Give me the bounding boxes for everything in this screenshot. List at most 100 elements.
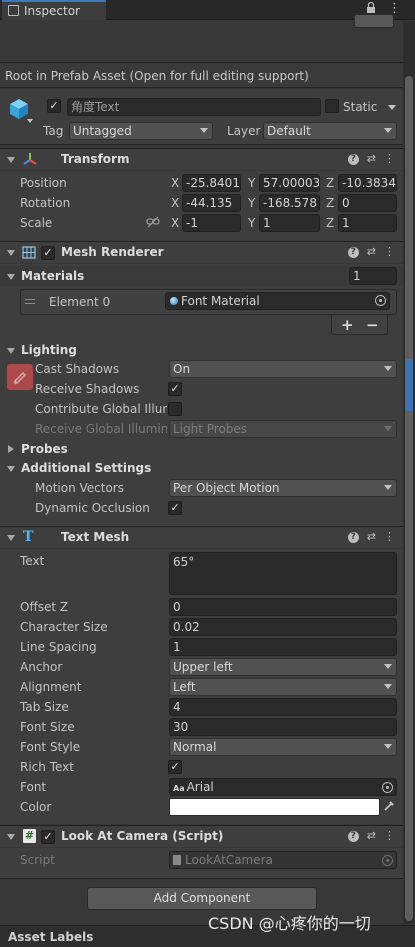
receive-shadows-checkbox[interactable]: ✓ bbox=[168, 382, 182, 396]
rotation-y-field[interactable]: -168.578 bbox=[259, 194, 320, 212]
scrollbar-thumb[interactable] bbox=[405, 76, 413, 921]
help-icon[interactable]: ? bbox=[347, 531, 359, 543]
rich-text-checkbox[interactable]: ✓ bbox=[168, 760, 182, 774]
tab-bar: Inspector ⋮ bbox=[0, 0, 415, 20]
element0-material-field[interactable]: Font Material bbox=[165, 292, 390, 310]
scale-y-field[interactable]: 1 bbox=[259, 214, 320, 232]
check-icon: ✓ bbox=[43, 246, 53, 259]
rotation-x-field[interactable]: -44.135 bbox=[182, 194, 241, 212]
presets-icon[interactable]: ⇄ bbox=[367, 829, 376, 843]
presets-icon[interactable]: ⇄ bbox=[367, 530, 376, 544]
chevron-down-icon bbox=[384, 426, 392, 431]
look-at-camera-header[interactable]: # ✓ Look At Camera (Script) ? ⇄ ⋮ bbox=[0, 825, 403, 847]
layer-dropdown[interactable]: Default bbox=[263, 122, 397, 140]
contribute-gi-checkbox[interactable] bbox=[168, 402, 182, 416]
position-x-field[interactable]: -25.8401 bbox=[182, 174, 241, 192]
chevron-down-icon bbox=[384, 744, 392, 749]
color-swatch[interactable] bbox=[169, 798, 380, 816]
tag-value: Untagged bbox=[73, 124, 132, 138]
mesh-renderer-enabled-checkbox[interactable]: ✓ bbox=[41, 246, 55, 260]
mesh-renderer-header[interactable]: ✓ Mesh Renderer ? ⇄ ⋮ bbox=[0, 241, 403, 263]
object-picker-icon[interactable] bbox=[375, 295, 386, 306]
probes-label: Probes bbox=[21, 442, 68, 456]
context-menu-icon[interactable]: ⋮ bbox=[384, 530, 395, 544]
font-style-dropdown[interactable]: Normal bbox=[169, 738, 397, 756]
active-checkbox[interactable]: ✓ bbox=[47, 99, 61, 113]
help-icon[interactable]: ? bbox=[347, 153, 359, 165]
check-icon: ✓ bbox=[49, 99, 59, 112]
chevron-down-icon bbox=[384, 684, 392, 689]
dynamic-occlusion-checkbox[interactable]: ✓ bbox=[168, 501, 182, 515]
foldout-arrow-icon[interactable] bbox=[8, 445, 14, 453]
constrain-proportions-icon[interactable] bbox=[146, 216, 160, 228]
contribute-gi-label: Contribute Global Illumi bbox=[35, 402, 167, 416]
rotation-z-field[interactable]: 0 bbox=[338, 194, 397, 212]
anchor-dropdown[interactable]: Upper left bbox=[169, 658, 397, 676]
text-area[interactable]: 65° bbox=[169, 552, 397, 595]
rotation-y-value: -168.578 bbox=[263, 196, 317, 210]
tag-dropdown[interactable]: Untagged bbox=[69, 122, 213, 140]
object-picker-icon[interactable] bbox=[382, 782, 393, 793]
character-size-label: Character Size bbox=[20, 620, 108, 634]
axis-x-label: X bbox=[171, 216, 180, 230]
add-component-button[interactable]: Add Component bbox=[87, 887, 317, 910]
materials-count: 1 bbox=[353, 269, 361, 283]
foldout-arrow-icon[interactable] bbox=[7, 466, 15, 472]
offset-z-label: Offset Z bbox=[20, 600, 69, 614]
foldout-arrow-icon[interactable] bbox=[7, 274, 15, 280]
look-at-camera-enabled-checkbox[interactable]: ✓ bbox=[41, 830, 55, 844]
brush-tool-icon[interactable] bbox=[7, 364, 33, 390]
context-menu-icon[interactable]: ⋮ bbox=[384, 829, 395, 843]
scale-z-field[interactable]: 1 bbox=[338, 214, 397, 232]
offset-z-field[interactable]: 0 bbox=[169, 598, 397, 616]
cast-shadows-dropdown[interactable]: On bbox=[169, 360, 397, 378]
motion-vectors-dropdown[interactable]: Per Object Motion bbox=[169, 479, 397, 497]
position-y-field[interactable]: 57.00003 bbox=[259, 174, 320, 192]
scrollbar-track[interactable] bbox=[403, 21, 415, 924]
materials-count-field[interactable]: 1 bbox=[349, 267, 397, 285]
tab-inspector[interactable]: Inspector bbox=[2, 0, 106, 20]
alignment-dropdown[interactable]: Left bbox=[169, 678, 397, 696]
axis-z-label: Z bbox=[326, 196, 335, 210]
watermark: CSDN @心疼你的一切 bbox=[208, 914, 371, 933]
script-label: Script bbox=[20, 853, 55, 867]
character-size-field[interactable]: 0.02 bbox=[169, 618, 397, 636]
scale-x-field[interactable]: -1 bbox=[182, 214, 241, 232]
help-icon[interactable]: ? bbox=[347, 246, 359, 258]
gameobject-name-field[interactable]: 角度Text bbox=[67, 98, 321, 116]
static-label: Static bbox=[343, 100, 378, 114]
font-field[interactable]: Aa Arial bbox=[169, 778, 397, 796]
remove-element-button[interactable]: − bbox=[366, 316, 379, 334]
static-checkbox[interactable] bbox=[325, 99, 339, 113]
rotation-label: Rotation bbox=[20, 196, 71, 210]
prefab-notice-text: Root in Prefab Asset (Open for full edit… bbox=[5, 69, 309, 83]
open-button-edge[interactable] bbox=[354, 14, 394, 28]
tab-size-field[interactable]: 4 bbox=[169, 698, 397, 716]
font-size-field[interactable]: 30 bbox=[169, 718, 397, 736]
eyedropper-icon[interactable] bbox=[383, 800, 395, 812]
cast-shadows-label: Cast Shadows bbox=[35, 362, 120, 376]
help-icon[interactable]: ? bbox=[347, 830, 359, 842]
scale-x-value: -1 bbox=[186, 216, 198, 230]
presets-icon[interactable]: ⇄ bbox=[367, 152, 376, 166]
icon-dropdown-arrow-icon[interactable] bbox=[27, 119, 33, 123]
line-spacing-field[interactable]: 1 bbox=[169, 638, 397, 656]
transform-header[interactable]: Transform ? ⇄ ⋮ bbox=[0, 148, 403, 170]
text-mesh-header[interactable]: T Text Mesh ? ⇄ ⋮ bbox=[0, 526, 403, 548]
axis-x-label: X bbox=[171, 196, 180, 210]
check-icon: ✓ bbox=[43, 830, 53, 843]
transform-header-icons: ? ⇄ ⋮ bbox=[347, 152, 395, 166]
presets-icon[interactable]: ⇄ bbox=[367, 245, 376, 259]
rotation-z-value: 0 bbox=[342, 196, 350, 210]
lock-icon[interactable] bbox=[366, 1, 376, 14]
chevron-down-icon bbox=[384, 128, 392, 133]
add-element-button[interactable]: + bbox=[341, 316, 354, 334]
axis-z-label: Z bbox=[326, 216, 335, 230]
position-x-value: -25.8401 bbox=[186, 176, 240, 190]
context-menu-icon[interactable]: ⋮ bbox=[384, 245, 395, 259]
foldout-arrow-icon[interactable] bbox=[7, 348, 15, 354]
static-dropdown-arrow-icon[interactable] bbox=[388, 105, 396, 110]
position-z-field[interactable]: -10.3834 bbox=[338, 174, 397, 192]
drag-handle-icon[interactable] bbox=[25, 299, 35, 304]
context-menu-icon[interactable]: ⋮ bbox=[384, 152, 395, 166]
